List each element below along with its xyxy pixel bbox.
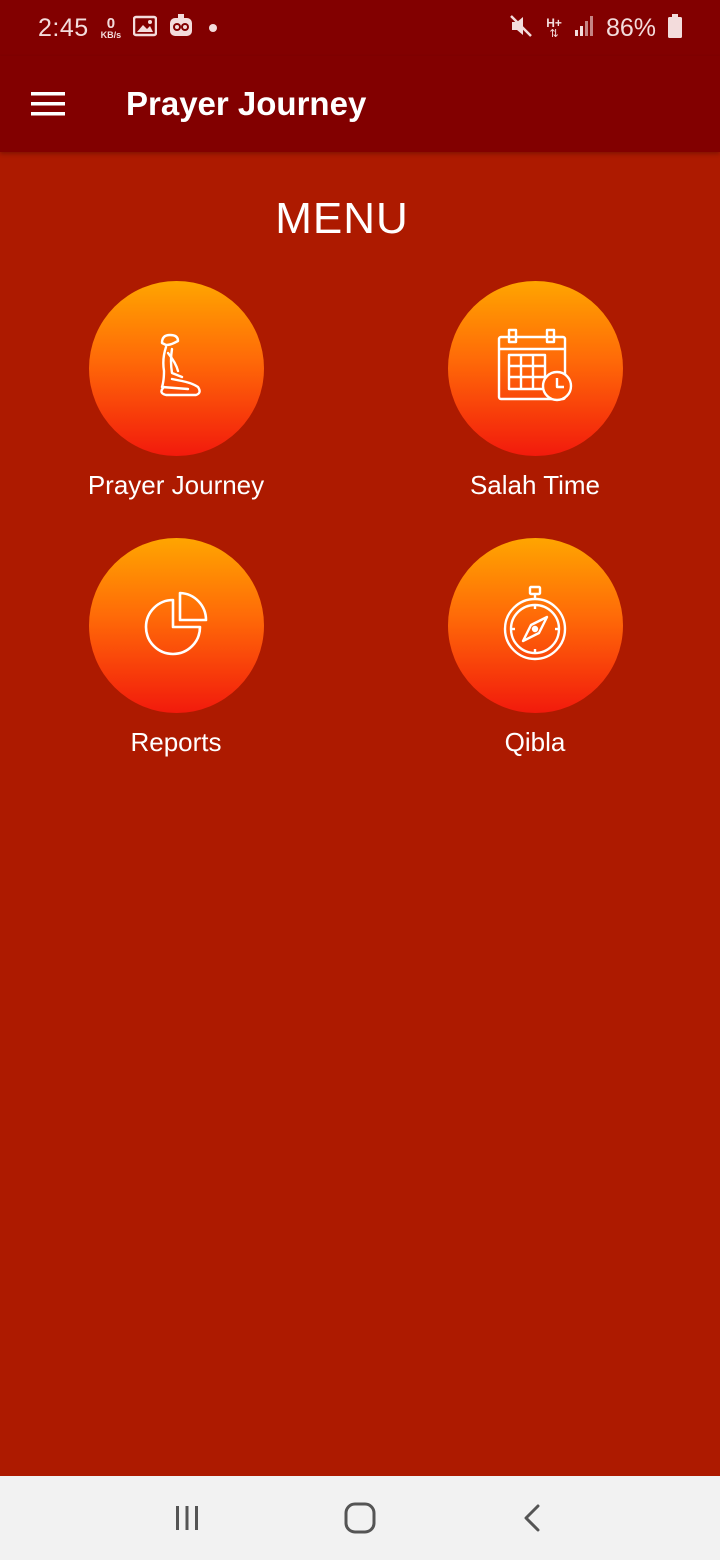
home-icon[interactable] xyxy=(330,1488,390,1548)
menu-heading: MENU xyxy=(275,194,409,243)
menu-item-label: Prayer Journey xyxy=(87,470,265,500)
app-title: Prayer Journey xyxy=(126,85,367,122)
pie-chart-icon xyxy=(143,590,209,661)
status-time: 2:45 xyxy=(38,13,89,42)
battery-icon xyxy=(668,13,682,43)
menu-item-reports[interactable]: Reports xyxy=(36,538,316,768)
menu-item-label: Qibla xyxy=(504,727,566,757)
status-left: 2:45 0 KB/s xyxy=(38,13,218,43)
mute-icon xyxy=(508,13,534,44)
menu-item-qibla[interactable]: Qibla xyxy=(395,538,675,768)
notification-dot-icon xyxy=(209,24,218,32)
compass-icon xyxy=(502,585,568,666)
network-speed-value: 0 xyxy=(106,15,116,32)
back-icon[interactable] xyxy=(503,1488,563,1548)
system-nav-bar xyxy=(0,1476,720,1560)
menu-item-circle[interactable] xyxy=(88,281,264,456)
network-speed-unit: KB/s xyxy=(100,30,122,40)
signal-icon xyxy=(574,15,594,42)
status-right: H+ ⇅ 86% xyxy=(508,13,682,44)
menu-item-label: Salah Time xyxy=(469,470,601,500)
battery-percent: 86% xyxy=(605,13,656,42)
network-speed: 0 KB/s xyxy=(101,16,122,40)
calendar-clock-icon xyxy=(495,327,575,410)
main-content: MENU Prayer Journey Salah Time Reports Q… xyxy=(0,152,720,1476)
network-type-icon: H+ ⇅ xyxy=(546,15,562,40)
hamburger-menu-icon[interactable] xyxy=(0,56,96,152)
praying-person-icon xyxy=(148,331,204,406)
app-notification-icon xyxy=(169,13,193,43)
menu-item-prayer-journey[interactable]: Prayer Journey xyxy=(36,281,316,511)
recent-apps-icon[interactable] xyxy=(157,1488,217,1548)
menu-item-salah-time[interactable]: Salah Time xyxy=(395,281,675,511)
gallery-icon xyxy=(132,15,158,42)
menu-item-circle[interactable] xyxy=(88,538,264,713)
menu-item-circle[interactable] xyxy=(447,538,623,713)
status-bar: 2:45 0 KB/s H+ ⇅ 86% xyxy=(0,0,720,56)
network-type-label: H+ xyxy=(546,15,562,30)
app-bar: Prayer Journey xyxy=(0,56,720,152)
menu-item-circle[interactable] xyxy=(447,281,623,456)
menu-item-label: Reports xyxy=(130,727,222,757)
